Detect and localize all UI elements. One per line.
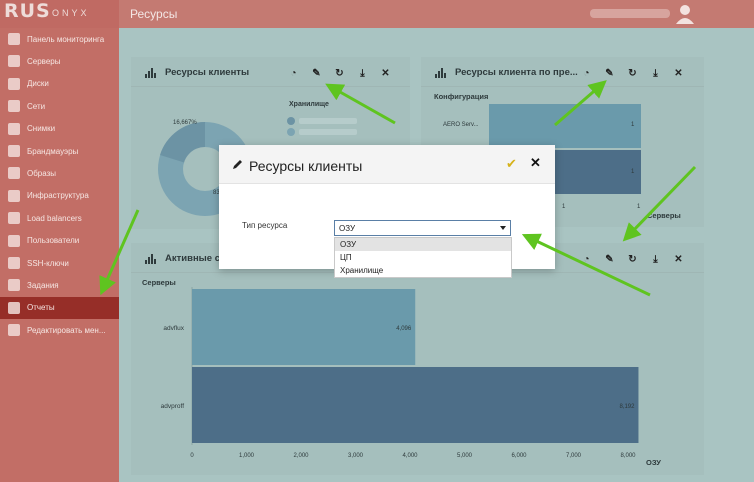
arrow-to-reports xyxy=(99,209,140,296)
annotation-arrows xyxy=(99,80,697,297)
arrow-to-panel xyxy=(622,165,697,242)
arrow-to-edit-icon xyxy=(325,83,396,125)
arrow-to-dropdown xyxy=(521,233,651,297)
arrow-to-edit-icon xyxy=(554,80,607,127)
